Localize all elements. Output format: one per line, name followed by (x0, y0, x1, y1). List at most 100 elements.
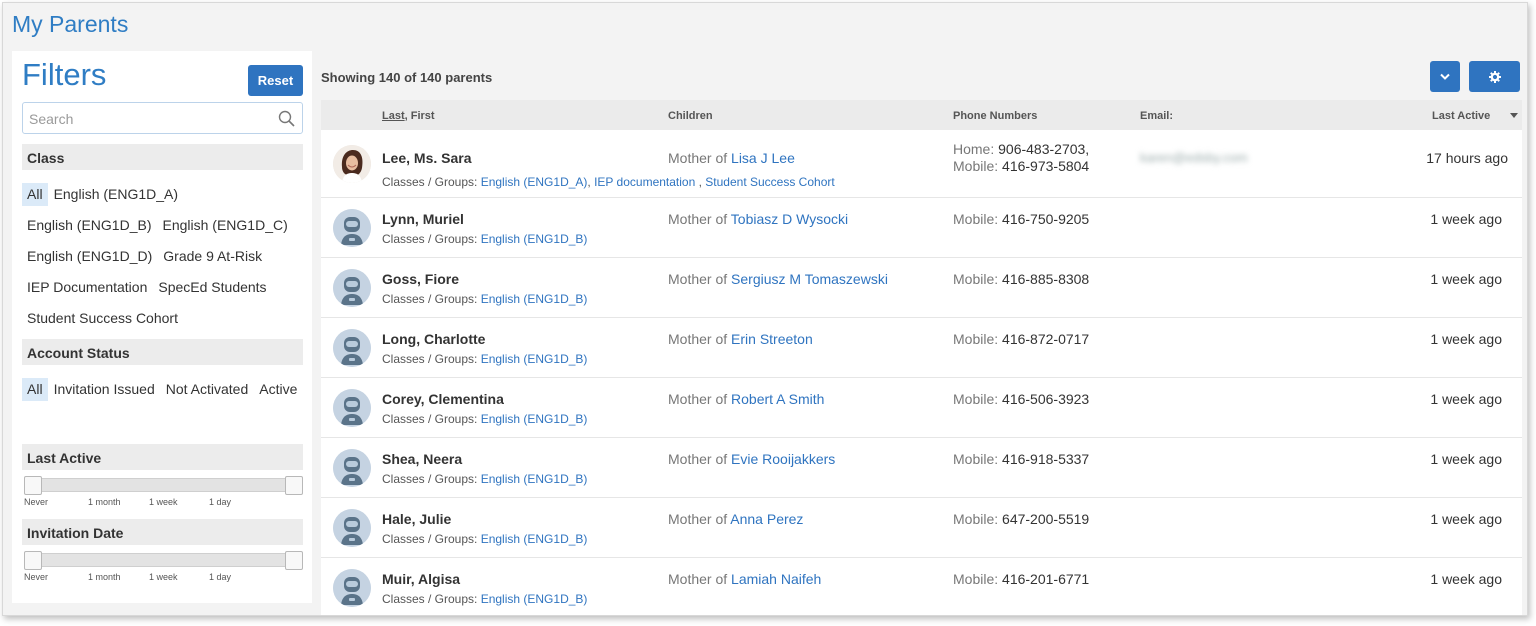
parent-name[interactable]: Goss, Fiore (382, 271, 459, 287)
table-row[interactable]: Muir, Algisa Classes / Groups: English (E… (321, 558, 1522, 615)
group-link[interactable]: IEP documentation (594, 175, 695, 189)
status-option-invitation-issued[interactable]: Invitation Issued (49, 378, 160, 401)
status-option-not-activated[interactable]: Not Activated (161, 378, 254, 401)
search-icon[interactable] (278, 110, 295, 127)
parent-name[interactable]: Long, Charlotte (382, 331, 485, 347)
column-last-active[interactable]: Last Active (1432, 110, 1490, 122)
invitation-date-min-handle[interactable] (24, 551, 42, 570)
parent-groups: Classes / Groups: English (ENG1D_B) (382, 532, 587, 546)
phone-number[interactable]: 416-750-9205 (1002, 211, 1089, 227)
last-active-value: 1 week ago (1430, 391, 1502, 407)
parent-name[interactable]: Shea, Neera (382, 451, 462, 467)
class-option-student-success-cohort[interactable]: Student Success Cohort (22, 307, 183, 330)
group-link[interactable]: English (ENG1D_B) (481, 472, 588, 486)
parent-groups: Classes / Groups: English (ENG1D_A), IEP… (382, 175, 835, 189)
groups-label: Classes / Groups: (382, 292, 481, 306)
class-option-english-eng1d-d[interactable]: English (ENG1D_D) (22, 245, 157, 268)
phone-number[interactable]: 416-872-0717 (1002, 331, 1089, 347)
parent-name[interactable]: Lee, Ms. Sara (382, 150, 472, 166)
child-link[interactable]: Evie Rooijakkers (731, 451, 835, 467)
default-avatar-icon (333, 269, 371, 307)
table-row[interactable]: Lee, Ms. Sara Classes / Groups: English (… (321, 130, 1522, 198)
account-status-heading: Account Status (22, 339, 303, 365)
parent-groups: Classes / Groups: English (ENG1D_B) (382, 592, 587, 606)
last-active-max-handle[interactable] (285, 476, 303, 495)
parent-name[interactable]: Muir, Algisa (382, 571, 460, 587)
table-row[interactable]: Long, Charlotte Classes / Groups: English… (321, 318, 1522, 378)
search-input[interactable] (29, 109, 269, 129)
class-option-english-eng1d-b[interactable]: English (ENG1D_B) (22, 214, 157, 237)
table-row[interactable]: Hale, Julie Classes / Groups: English (EN… (321, 498, 1522, 558)
child-link[interactable]: Lisa J Lee (731, 150, 795, 166)
class-option-english-eng1d-c[interactable]: English (ENG1D_C) (158, 214, 293, 237)
group-link[interactable]: English (ENG1D_B) (481, 352, 588, 366)
column-last-first[interactable]: Last, First (382, 110, 435, 122)
parent-name[interactable]: Hale, Julie (382, 511, 451, 527)
default-avatar-icon (333, 569, 371, 607)
sort-last-label[interactable]: Last (382, 110, 405, 122)
group-link[interactable]: English (ENG1D_B) (481, 592, 588, 606)
default-avatar-icon (333, 209, 371, 247)
search-box (22, 102, 303, 134)
group-link[interactable]: Student Success Cohort (705, 175, 834, 189)
child-link[interactable]: Anna Perez (730, 511, 803, 527)
class-option-speced-students[interactable]: SpecEd Students (153, 276, 271, 299)
parent-groups: Classes / Groups: English (ENG1D_B) (382, 352, 587, 366)
group-link[interactable]: English (ENG1D_B) (481, 292, 588, 306)
invitation-date-max-handle[interactable] (285, 551, 303, 570)
parent-name[interactable]: Corey, Clementina (382, 391, 504, 407)
table-row[interactable]: Shea, Neera Classes / Groups: English (EN… (321, 438, 1522, 498)
phone-number[interactable]: 416-506-3923 (1002, 391, 1089, 407)
reset-button[interactable]: Reset (248, 65, 303, 96)
class-filter-options: All English (ENG1D_A)English (ENG1D_B) Eng… (22, 183, 307, 338)
phone-number[interactable]: 416-973-5804 (1002, 158, 1089, 174)
phone-line: Mobile: 647-200-5519 (953, 511, 1089, 528)
phone-type-label: Mobile: (953, 271, 1003, 287)
group-link[interactable]: English (ENG1D_B) (481, 232, 588, 246)
table-row[interactable]: Goss, Fiore Classes / Groups: English (EN… (321, 258, 1522, 318)
email-address[interactable]: karen@edsby.com (1140, 150, 1248, 165)
column-email[interactable]: Email: (1140, 110, 1173, 122)
table-row[interactable]: Lynn, Muriel Classes / Groups: English (E… (321, 198, 1522, 258)
child-link[interactable]: Erin Streeton (731, 331, 813, 347)
settings-button[interactable] (1469, 61, 1520, 92)
group-link[interactable]: English (ENG1D_B) (481, 532, 588, 546)
groups-label: Classes / Groups: (382, 175, 481, 189)
child-link[interactable]: Robert A Smith (731, 391, 824, 407)
phone-numbers: Mobile: 647-200-5519 (953, 511, 1089, 528)
last-active-min-handle[interactable] (24, 476, 42, 495)
phone-number[interactable]: 647-200-5519 (1002, 511, 1089, 527)
slider-tick-label: 1 day (209, 497, 232, 507)
class-option-all[interactable]: All (22, 183, 48, 206)
sort-first-label[interactable]: , First (405, 110, 435, 122)
last-active-slider[interactable] (24, 476, 303, 495)
child-link[interactable]: Sergiusz M Tomaszewski (731, 271, 888, 287)
relation-label: Mother of (668, 271, 732, 287)
column-phone-numbers[interactable]: Phone Numbers (953, 110, 1037, 122)
group-link[interactable]: English (ENG1D_A) (481, 175, 588, 189)
child-link[interactable]: Lamiah Naifeh (731, 571, 821, 587)
child-link[interactable]: Tobiasz D Wysocki (731, 211, 848, 227)
parent-groups: Classes / Groups: English (ENG1D_B) (382, 472, 587, 486)
phone-number[interactable]: 416-201-6771 (1002, 571, 1089, 587)
last-active-value: 1 week ago (1430, 571, 1502, 587)
phone-number[interactable]: 906-483-2703, (998, 141, 1089, 157)
invitation-date-slider[interactable] (24, 551, 303, 570)
parent-name[interactable]: Lynn, Muriel (382, 211, 464, 227)
class-option-grade-9-at-risk[interactable]: Grade 9 At-Risk (158, 245, 267, 268)
class-option-english-eng1d-a[interactable]: English (ENG1D_A) (49, 183, 184, 206)
group-link[interactable]: English (ENG1D_B) (481, 412, 588, 426)
options-dropdown-button[interactable] (1430, 61, 1460, 92)
column-children[interactable]: Children (668, 110, 713, 122)
status-option-all[interactable]: All (22, 378, 48, 401)
last-active-value: 1 week ago (1430, 211, 1502, 227)
table-row[interactable]: Corey, Clementina Classes / Groups: Engli… (321, 378, 1522, 438)
class-option-iep-documentation[interactable]: IEP Documentation (22, 276, 152, 299)
phone-number[interactable]: 416-885-8308 (1002, 271, 1089, 287)
status-option-active[interactable]: Active (254, 378, 302, 401)
slider-tick-label: 1 week (149, 497, 178, 507)
avatar (333, 269, 371, 307)
groups-label: Classes / Groups: (382, 412, 481, 426)
sort-caret-icon[interactable] (1510, 113, 1518, 118)
phone-number[interactable]: 416-918-5337 (1002, 451, 1089, 467)
